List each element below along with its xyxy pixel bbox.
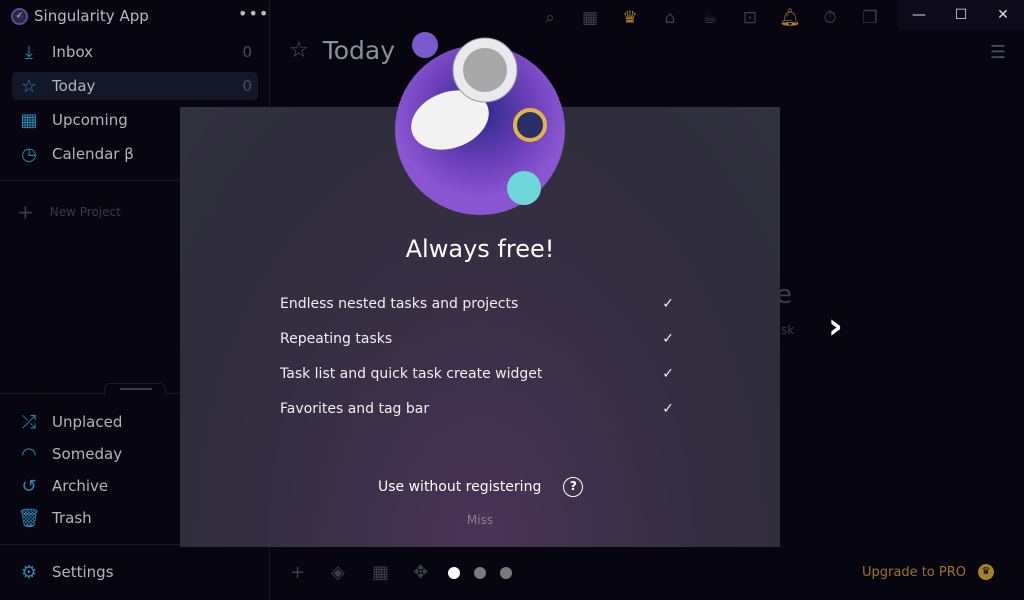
help-icon[interactable]: ? xyxy=(563,477,584,497)
count: 0 xyxy=(242,43,252,61)
slide-pager xyxy=(448,567,512,579)
check-icon: ✓ xyxy=(662,331,674,347)
new-project-button[interactable]: + New Project xyxy=(17,200,121,224)
feature-label: Repeating tasks xyxy=(280,331,393,347)
sidebar-item-settings[interactable]: ⚙ Settings xyxy=(12,558,258,586)
label: Upgrade to PRO xyxy=(862,564,966,580)
stopwatch-icon[interactable]: ⏱ xyxy=(810,8,850,30)
sidebar-item-today[interactable]: ☆ Today 0 xyxy=(12,72,258,100)
feature-item: Repeating tasks ✓ xyxy=(280,331,674,347)
plus-icon[interactable]: + xyxy=(290,562,331,583)
magnifier xyxy=(513,108,547,142)
star-icon[interactable]: ☆ xyxy=(289,38,309,63)
check-icon: ✓ xyxy=(662,401,674,417)
focus-icon[interactable]: ⊡ xyxy=(730,8,770,30)
star-icon: ☆ xyxy=(20,75,38,97)
feature-item: Endless nested tasks and projects ✓ xyxy=(280,296,674,312)
crown-icon: ♛ xyxy=(978,564,994,580)
label: Archive xyxy=(52,477,109,495)
label: New Project xyxy=(49,205,121,219)
miss-link[interactable]: Miss xyxy=(180,513,780,527)
more-icon[interactable]: ••• xyxy=(238,4,269,23)
calendar-grid-icon: ▦ xyxy=(20,109,38,131)
resize-handle[interactable] xyxy=(104,383,166,395)
modal-heading: Always free! xyxy=(405,235,555,263)
close-button[interactable]: ✕ xyxy=(982,0,1024,30)
teal-planet xyxy=(507,171,541,205)
calendar-clock-icon: ◷ xyxy=(21,143,37,165)
feature-label: Endless nested tasks and projects xyxy=(280,296,519,312)
bottom-toolbar: + ◈ ▦ ✥ xyxy=(290,562,454,583)
medal-icon[interactable]: ♛ xyxy=(610,8,650,30)
next-slide-button[interactable]: › xyxy=(828,306,843,347)
label: Calendar β xyxy=(52,145,134,163)
pager-dot[interactable] xyxy=(500,567,512,579)
history-icon: ↺ xyxy=(21,475,37,497)
coffee-icon[interactable]: ☕ xyxy=(690,8,730,30)
pager-dot[interactable] xyxy=(448,567,460,579)
bell-icon[interactable]: 🔔︎ xyxy=(770,8,810,30)
label: Someday xyxy=(52,445,123,463)
calendar-icon[interactable]: ▦ xyxy=(372,562,413,583)
plus-icon: + xyxy=(17,200,34,224)
label: Trash xyxy=(52,509,92,527)
minimize-button[interactable]: — xyxy=(898,0,940,30)
window-controls: — ☐ ✕ xyxy=(898,0,1024,30)
check-icon: ✓ xyxy=(662,296,674,312)
upgrade-button[interactable]: Upgrade to PRO ♛ xyxy=(862,564,994,580)
shuffle-icon: ⤮ xyxy=(21,411,37,433)
background-text: sk xyxy=(781,323,795,337)
rainbow-icon: ◠ xyxy=(21,443,37,465)
tag-icon[interactable]: ⌂ xyxy=(650,8,690,30)
app-title: Singularity App xyxy=(34,7,149,25)
feature-item: Favorites and tag bar ✓ xyxy=(280,401,674,417)
app-brand[interactable]: ✓ Singularity App xyxy=(11,5,149,27)
feature-label: Favorites and tag bar xyxy=(280,401,430,417)
feature-label: Task list and quick task create widget xyxy=(280,366,543,382)
cat-face xyxy=(463,48,507,92)
copy-icon[interactable]: ❐ xyxy=(850,8,890,30)
label: Use without registering xyxy=(378,479,542,495)
sidebar-item-inbox[interactable]: ⤓ Inbox 0 xyxy=(12,38,258,66)
app-logo-icon: ✓ xyxy=(11,7,28,25)
use-without-registering-button[interactable]: Use without registering? xyxy=(378,477,584,497)
label: Inbox xyxy=(52,43,94,61)
trash-icon: 🗑︎ xyxy=(17,507,41,529)
layers-icon[interactable]: ◈ xyxy=(331,562,372,583)
feature-item: Task list and quick task create widget ✓ xyxy=(280,366,674,382)
inbox-icon: ⤓ xyxy=(25,41,33,63)
astronaut-cat-illustration xyxy=(395,32,565,215)
small-planet xyxy=(412,32,438,58)
pager-dot[interactable] xyxy=(474,567,486,579)
menu-icon[interactable]: ☰ xyxy=(990,42,1006,63)
label: Unplaced xyxy=(52,413,123,431)
label: Upcoming xyxy=(52,111,128,129)
check-icon: ✓ xyxy=(662,366,674,382)
label: Today xyxy=(52,77,96,95)
label: Settings xyxy=(52,563,114,581)
maximize-button[interactable]: ☐ xyxy=(940,0,982,30)
gear-icon: ⚙ xyxy=(20,561,38,583)
count: 0 xyxy=(242,77,252,95)
